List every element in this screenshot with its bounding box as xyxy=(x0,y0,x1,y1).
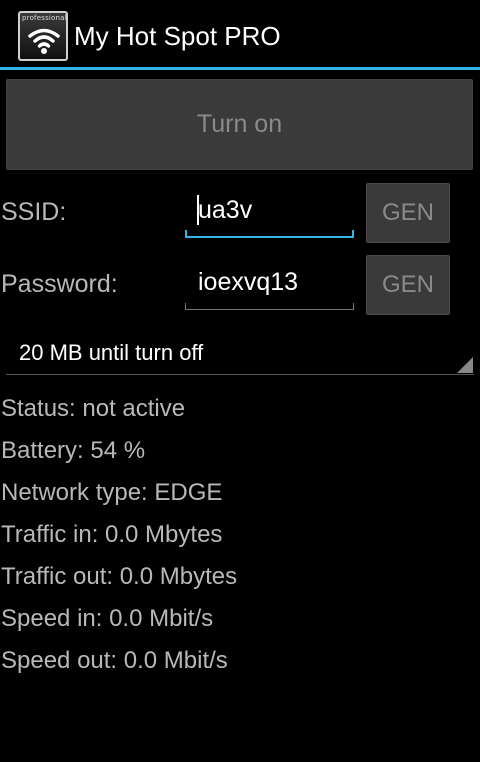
network-type-text: Network type: EDGE xyxy=(1,479,223,506)
app-icon-badge: professional xyxy=(22,14,67,22)
ssid-value: ua3v xyxy=(198,196,253,224)
spinner-arrow-icon xyxy=(457,357,473,373)
traffic-limit-spinner[interactable]: 20 MB until turn off xyxy=(6,330,474,375)
password-label: Password: xyxy=(1,270,118,298)
turn-on-button[interactable]: Turn on xyxy=(6,79,473,170)
app-icon[interactable]: professional xyxy=(18,11,68,61)
password-gen-button[interactable]: GEN xyxy=(366,255,450,315)
ssid-input[interactable]: ua3v xyxy=(185,182,354,238)
app-title: My Hot Spot PRO xyxy=(74,21,281,51)
traffic-out-text: Traffic out: 0.0 Mbytes xyxy=(1,563,238,590)
ssid-gen-button[interactable]: GEN xyxy=(366,183,450,243)
traffic-in-text: Traffic in: 0.0 Mbytes xyxy=(1,521,223,548)
password-value: ioexvq13 xyxy=(198,268,299,296)
action-bar: professional My Hot Spot PRO xyxy=(0,0,480,70)
battery-text: Battery: 54 % xyxy=(1,437,146,464)
status-text: Status: not active xyxy=(1,395,186,422)
speed-in-text: Speed in: 0.0 Mbit/s xyxy=(1,605,214,632)
speed-out-text: Speed out: 0.0 Mbit/s xyxy=(1,647,228,674)
password-input[interactable]: ioexvq13 xyxy=(185,254,354,310)
wifi-icon xyxy=(28,28,60,54)
spinner-selected-value: 20 MB until turn off xyxy=(19,340,204,365)
ssid-label: SSID: xyxy=(1,198,67,226)
